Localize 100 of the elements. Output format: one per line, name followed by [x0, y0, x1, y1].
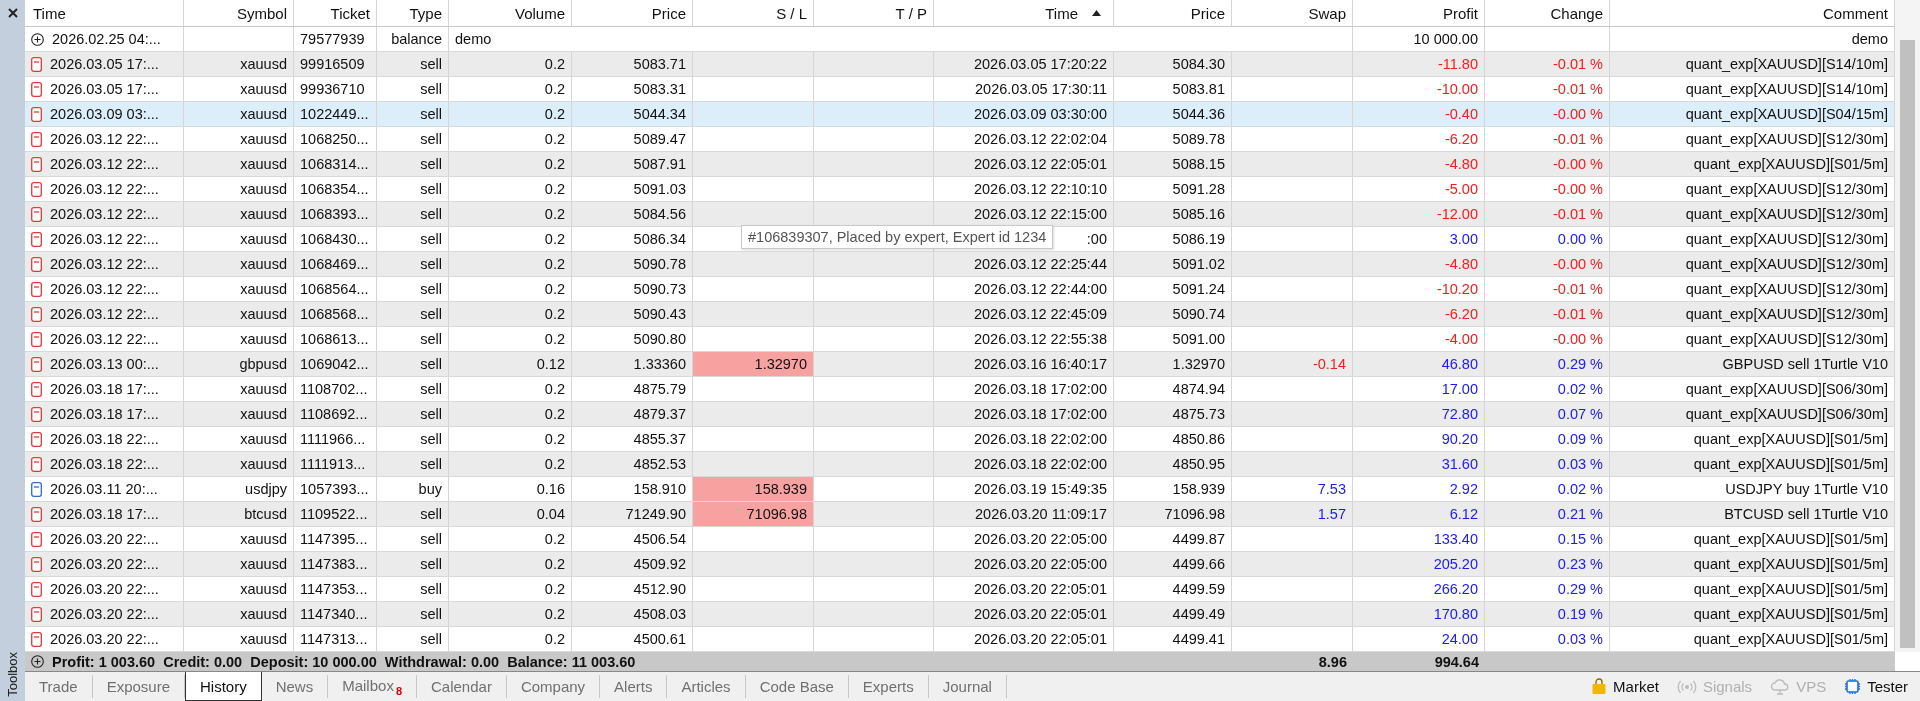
table-cell: 4506.54	[633, 531, 686, 547]
table-cell: 4879.37	[633, 406, 686, 422]
column-header[interactable]: Volume	[449, 0, 572, 26]
table-cell: 1147340...	[300, 606, 368, 622]
table-row[interactable]: 2026.03.11 20:... usdjpy 1057393... buy 0.16 158.910 158.939 2026.03.19 15:49:35 158.939 7.53 2.92 0.02 % USDJPY buy 1Turtle V10	[25, 477, 1895, 502]
table-cell: 2026.03.05 17:20:22	[973, 56, 1107, 72]
table-cell: 90.20	[1441, 431, 1478, 447]
table-row[interactable]: 2026.03.18 17:... btcusd 1109522... sell 0.04 71249.90 71096.98 2026.03.20 11:09:17 71096.98 1.57 6.12 0.21 % BTCUSD sell 1Turtle V10	[25, 502, 1895, 527]
sell-order-icon	[31, 456, 42, 472]
table-row[interactable]: 2026.03.12 22:... xauusd 1068354... sell 0.2 5091.03 2026.03.12 22:10:10 5091.28 -5.00 -0.00 % quant_exp[XAUUSD][S12/30m]	[25, 177, 1895, 202]
table-row[interactable]: 2026.03.12 22:... xauusd 1068469... sell 0.2 5090.78 2026.03.12 22:25:44 5091.02 -4.80 -0.00 % quant_exp[XAUUSD][S12/30m]	[25, 252, 1895, 277]
tab[interactable]: Mailbox$_{8}$	[328, 675, 417, 698]
tab[interactable]: Alerts	[600, 675, 668, 698]
tab[interactable]: Code Base	[745, 675, 849, 698]
table-cell: 2026.03.20 22:05:01	[973, 631, 1107, 647]
table-cell: 1111913...	[300, 456, 366, 472]
table-row[interactable]: 2026.03.20 22:... xauusd 1147383... sell 0.2 4509.92 2026.03.20 22:05:00 4499.66 205.20 0.23 % quant_exp[XAUUSD][S01/5m]	[25, 552, 1895, 577]
table-cell: 2026.03.20 22:...	[50, 631, 159, 647]
table-row[interactable]: 2026.03.18 22:... xauusd 1111913... sell 0.2 4852.53 2026.03.18 22:02:00 4850.95 31.60 0.03 % quant_exp[XAUUSD][S01/5m]	[25, 452, 1895, 477]
column-header[interactable]: Change	[1485, 0, 1610, 26]
tab[interactable]: History	[185, 672, 262, 701]
sell-order-icon	[31, 156, 42, 172]
table-row[interactable]: 2026.03.18 17:... xauusd 1108702... sell 0.2 4875.79 2026.03.18 17:02:00 4874.94 17.00 0.02 % quant_exp[XAUUSD][S06/30m]	[25, 377, 1895, 402]
plus-circle-icon[interactable]	[31, 655, 44, 668]
table-cell: -0.00 %	[1553, 181, 1603, 197]
table-cell: 71249.90	[625, 506, 686, 522]
column-header[interactable]: Swap	[1232, 0, 1353, 26]
table-row[interactable]: 2026.03.20 22:... xauusd 1147395... sell 0.2 4506.54 2026.03.20 22:05:00 4499.87 133.40 0.15 % quant_exp[XAUUSD][S01/5m]	[25, 527, 1895, 552]
column-header[interactable]: Time	[25, 0, 184, 26]
tab[interactable]: Articles	[667, 675, 746, 698]
table-cell: 2026.03.13 00:...	[50, 356, 159, 372]
table-row[interactable]: 2026.03.12 22:... xauusd 1068568... sell 0.2 5090.43 2026.03.12 22:45:09 5090.74 -6.20 -0.01 % quant_exp[XAUUSD][S12/30m]	[25, 302, 1895, 327]
table-cell: 71096.98	[1164, 506, 1225, 522]
table-row[interactable]: 2026.03.09 03:... xauusd 1022449... sell 0.2 5044.34 2026.03.09 03:30:00 5044.36 -0.40 -0.00 % quant_exp[XAUUSD][S04/15m]	[25, 102, 1895, 127]
table-row[interactable]: 2026.03.20 22:... xauusd 1147340... sell 0.2 4508.03 2026.03.20 22:05:01 4499.49 170.80 0.19 % quant_exp[XAUUSD][S01/5m]	[25, 602, 1895, 627]
table-row[interactable]: 2026.03.13 00:... gbpusd 1069042... sell 0.12 1.33360 1.32970 2026.03.16 16:40:17 1.32970 -0.14 46.80 0.29 % GBPUSD sell 1Turtle V10	[25, 352, 1895, 377]
sell-order-icon	[31, 381, 42, 397]
table-row[interactable]: 2026.03.05 17:... xauusd 99916509 sell 0.2 5083.71 2026.03.05 17:20:22 5084.30 -11.80 -0.01 % quant_exp[XAUUSD][S14/10m]	[25, 52, 1895, 77]
tab[interactable]: Journal	[928, 675, 1007, 698]
table-cell: 2026.03.20 11:09:17	[975, 506, 1107, 522]
table-cell: quant_exp[XAUUSD][S06/30m]	[1685, 381, 1888, 397]
table-cell: sell	[420, 306, 442, 322]
column-header[interactable]: Price	[572, 0, 693, 26]
table-row[interactable]: 2026.03.12 22:... xauusd 1068393... sell 0.2 5084.56 2026.03.12 22:15:00 5085.16 -12.00 -0.01 % quant_exp[XAUUSD][S12/30m]	[25, 202, 1895, 227]
close-icon[interactable]	[6, 7, 19, 19]
table-row[interactable]: 2026.03.20 22:... xauusd 1147313... sell 0.2 4500.61 2026.03.20 22:05:01 4499.41 24.00 0.03 % quant_exp[XAUUSD][S01/5m]	[25, 627, 1895, 652]
table-row[interactable]: 2026.03.12 22:... xauusd 1068613... sell 0.2 5090.80 2026.03.12 22:55:38 5091.00 -4.00 -0.00 % quant_exp[XAUUSD][S12/30m]	[25, 327, 1895, 352]
table-cell: 5083.31	[633, 81, 686, 97]
table-cell: sell	[420, 281, 442, 297]
table-cell: 4512.90	[633, 581, 686, 597]
column-header[interactable]: Symbol	[184, 0, 294, 26]
table-cell: 4850.86	[1172, 431, 1225, 447]
column-header[interactable]: Profit	[1353, 0, 1485, 26]
chip-icon	[1844, 678, 1862, 695]
table-cell: xauusd	[240, 231, 287, 247]
table-cell: xauusd	[240, 306, 287, 322]
table-cell: 2026.03.18 17:...	[50, 406, 159, 422]
table-cell: 4875.79	[633, 381, 686, 397]
table-cell: quant_exp[XAUUSD][S04/15m]	[1685, 106, 1888, 122]
swap-total: 8.96	[1318, 653, 1347, 670]
table-cell: 0.2	[544, 556, 565, 572]
table-cell: 1.57	[1317, 506, 1346, 522]
market-button[interactable]: Market	[1587, 678, 1663, 695]
tab[interactable]: Calendar	[417, 675, 507, 698]
table-row[interactable]: 2026.02.25 04:... 79577939 balance demo 10 000.00 demo	[25, 27, 1895, 52]
column-header[interactable]: Type	[377, 0, 449, 26]
tab[interactable]: Company	[506, 675, 601, 698]
column-header[interactable]: T / P	[814, 0, 934, 26]
sell-order-icon	[31, 406, 42, 422]
column-header[interactable]: Ticket	[294, 0, 377, 26]
tab[interactable]: Trade	[25, 675, 93, 698]
table-cell: sell	[420, 431, 442, 447]
scrollbar-thumb[interactable]	[1900, 40, 1915, 648]
table-cell: -4.80	[1444, 256, 1478, 272]
column-header[interactable]: Price	[1114, 0, 1232, 26]
table-cell: 2026.03.16 16:40:17	[973, 356, 1107, 372]
tab[interactable]: Experts	[848, 675, 929, 698]
table-cell: 2026.03.18 22:02:00	[973, 456, 1107, 472]
column-header[interactable]: S / L	[693, 0, 814, 26]
table-cell: xauusd	[240, 256, 287, 272]
table-row[interactable]: 2026.03.18 17:... xauusd 1108692... sell 0.2 4879.37 2026.03.18 17:02:00 4875.73 72.80 0.07 % quant_exp[XAUUSD][S06/30m]	[25, 402, 1895, 427]
table-cell: sell	[420, 356, 442, 372]
table-row[interactable]: 2026.03.12 22:... xauusd 1068564... sell 0.2 5090.73 2026.03.12 22:44:00 5091.24 -10.20 -0.01 % quant_exp[XAUUSD][S12/30m]	[25, 277, 1895, 302]
table-cell: 0.12	[536, 356, 565, 372]
table-row[interactable]: 2026.03.20 22:... xauusd 1147353... sell 0.2 4512.90 2026.03.20 22:05:01 4499.59 266.20 0.29 % quant_exp[XAUUSD][S01/5m]	[25, 577, 1895, 602]
table-cell: 0.2	[544, 256, 565, 272]
table-cell: 2026.03.05 17:...	[50, 56, 159, 72]
table-row[interactable]: 2026.03.12 22:... xauusd 1068250... sell 0.2 5089.47 2026.03.12 22:02:04 5089.78 -6.20 -0.01 % quant_exp[XAUUSD][S12/30m]	[25, 127, 1895, 152]
plus-circle-icon[interactable]	[31, 32, 44, 46]
table-row[interactable]: 2026.03.12 22:... xauusd 1068314... sell 0.2 5087.91 2026.03.12 22:05:01 5088.15 -4.80 -0.00 % quant_exp[XAUUSD][S01/5m]	[25, 152, 1895, 177]
table-row[interactable]: 2026.03.05 17:... xauusd 99936710 sell 0.2 5083.31 2026.03.05 17:30:11 5083.81 -10.00 -0.01 % quant_exp[XAUUSD][S14/10m]	[25, 77, 1895, 102]
table-cell: -0.01 %	[1553, 56, 1603, 72]
table-row[interactable]: 2026.03.18 22:... xauusd 1111966... sell 0.2 4855.37 2026.03.18 22:02:00 4850.86 90.20 0.09 % quant_exp[XAUUSD][S01/5m]	[25, 427, 1895, 452]
sell-order-icon	[31, 581, 42, 597]
tab[interactable]: News	[261, 675, 329, 698]
table-cell: 4500.61	[633, 631, 686, 647]
tester-button[interactable]: Tester	[1840, 678, 1912, 695]
cloud-icon	[1770, 678, 1791, 695]
column-header[interactable]: Time	[934, 0, 1114, 26]
scrollbar[interactable]	[1895, 0, 1920, 652]
